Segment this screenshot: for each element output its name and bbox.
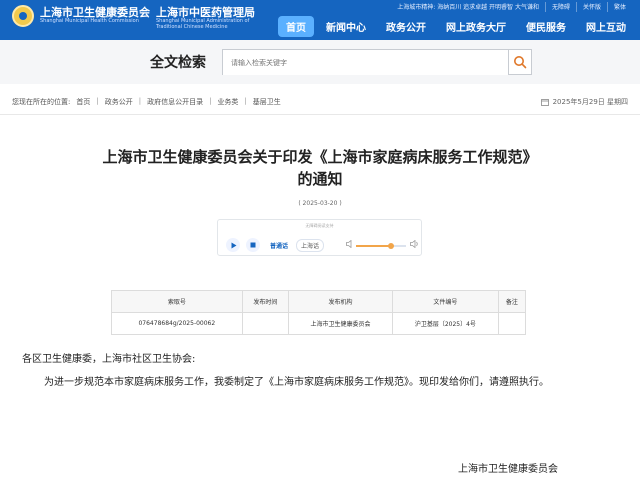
breadcrumb-home[interactable]: 首页 xyxy=(76,97,90,107)
table-row: 076478684g/2025-00062 上海市卫生健康委员会 沪卫基层〔20… xyxy=(111,312,527,335)
play-icon xyxy=(231,242,236,248)
volume-fill xyxy=(356,245,391,247)
voice-mandarin[interactable]: 普通话 xyxy=(270,241,288,250)
nav-interaction[interactable]: 网上互动 xyxy=(578,16,634,37)
header-publish-date: 发布时间 xyxy=(241,290,290,313)
signature: 上海市卫生健康委员会 xyxy=(458,464,558,475)
cell-publisher: 上海市卫生健康委员会 xyxy=(288,312,394,335)
stop-icon xyxy=(250,242,256,248)
breadcrumb: 您现在所在的位置: 首页 | 政务公开 | 政府信息公开目录 | 业务类 | 基… xyxy=(12,97,281,107)
cell-doc-number: 沪卫基层〔2025〕4号 xyxy=(392,312,499,335)
cell-index-no: 076478684g/2025-00062 xyxy=(111,312,243,335)
volume-handle[interactable] xyxy=(388,243,394,249)
nav-news[interactable]: 新闻中心 xyxy=(318,16,374,37)
current-date-text: 2025年5月29日 星期四 xyxy=(552,98,628,106)
calendar-icon xyxy=(540,99,549,106)
breadcrumb-separator: | xyxy=(209,97,212,105)
org2-english-name: Shanghai Municipal Administration of Tra… xyxy=(156,18,250,30)
search-title: 全文检索 xyxy=(150,55,206,71)
main-nav: 首页 新闻中心 政务公开 网上政务大厅 便民服务 网上互动 xyxy=(278,16,634,37)
site-header: 上海市卫生健康委员会 Shanghai Municipal Health Com… xyxy=(0,0,640,40)
breadcrumb-prefix: 您现在所在的位置: xyxy=(12,98,71,106)
search-input[interactable] xyxy=(223,51,510,75)
current-date: 2025年5月29日 星期四 xyxy=(540,97,628,107)
breadcrumb-gov-affairs[interactable]: 政务公开 xyxy=(105,97,133,107)
document-meta-table: 索取号 发布时间 发布机构 文件编号 备注 076478684g/2025-00… xyxy=(111,290,527,335)
breadcrumb-separator: | xyxy=(138,97,142,105)
player-label: 无障碍阅读支持 xyxy=(305,223,334,228)
nav-gov-affairs[interactable]: 政务公开 xyxy=(378,16,434,37)
nav-services[interactable]: 便民服务 xyxy=(518,16,574,37)
header-remarks: 备注 xyxy=(497,290,527,313)
audio-player: 无障碍阅读支持 普通话 上海话 xyxy=(217,219,422,256)
header-publisher: 发布机构 xyxy=(288,290,394,313)
article-title-line2: 的通知 xyxy=(297,170,343,188)
breadcrumb-primary-health[interactable]: 基层卫生 xyxy=(253,97,281,107)
breadcrumb-separator: | xyxy=(96,97,99,105)
search-icon xyxy=(514,56,527,69)
divider xyxy=(0,114,640,115)
accessibility-link[interactable]: 无障碍 xyxy=(544,2,576,12)
search-band: 全文检索 xyxy=(0,40,640,84)
city-spirit-text: 上海城市精神: 海纳百川 追求卓越 开明睿智 大气谦和 xyxy=(397,4,539,11)
breadcrumb-business[interactable]: 业务类 xyxy=(217,97,238,107)
header-index-no: 索取号 xyxy=(111,290,243,313)
article-date: ( 2025-03-20 ) xyxy=(298,200,342,207)
voice-shanghainese[interactable]: 上海话 xyxy=(296,239,325,252)
care-mode-link[interactable]: 关怀版 xyxy=(575,2,607,12)
nav-online-hall[interactable]: 网上政务大厅 xyxy=(438,16,514,37)
stop-button[interactable] xyxy=(246,238,260,252)
org1-english-name: Shanghai Municipal Health Commission xyxy=(40,18,139,24)
logo-icon[interactable] xyxy=(12,5,34,27)
salutation: 各区卫生健康委，上海市社区卫生协会: xyxy=(22,354,196,365)
traditional-chinese-link[interactable]: 繁体 xyxy=(606,2,632,12)
volume-high-icon[interactable] xyxy=(410,240,419,248)
header-doc-number: 文件编号 xyxy=(392,290,499,313)
volume-low-icon[interactable] xyxy=(346,240,354,248)
play-button[interactable] xyxy=(226,238,240,252)
body-paragraph: 为进一步规范本市家庭病床服务工作，我委制定了《上海市家庭病床服务工作规范》。现印… xyxy=(44,377,549,388)
search-box xyxy=(222,49,510,75)
breadcrumb-catalog[interactable]: 政府信息公开目录 xyxy=(147,97,203,107)
search-button[interactable] xyxy=(508,49,532,75)
article-title: 上海市卫生健康委员会关于印发《上海市家庭病床服务工作规范》 的通知 xyxy=(20,146,620,190)
nav-home[interactable]: 首页 xyxy=(278,16,314,37)
cell-remarks xyxy=(497,312,527,335)
table-header-row: 索取号 发布时间 发布机构 文件编号 备注 xyxy=(111,290,527,313)
top-links: 上海城市精神: 海纳百川 追求卓越 开明睿智 大气谦和 无障碍 关怀版 繁体 xyxy=(391,2,632,12)
breadcrumb-separator: | xyxy=(244,97,247,105)
article-title-line1: 上海市卫生健康委员会关于印发《上海市家庭病床服务工作规范》 xyxy=(102,148,538,166)
volume-slider[interactable] xyxy=(356,243,406,249)
cell-publish-date xyxy=(241,312,290,335)
